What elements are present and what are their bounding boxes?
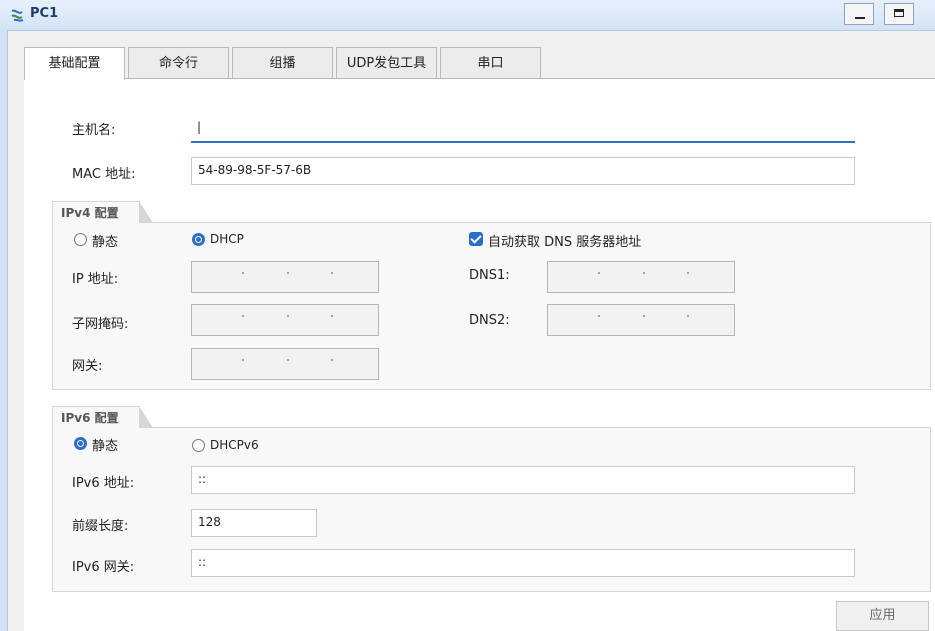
ipv6-static-radio[interactable] <box>74 437 87 450</box>
ipv6-dhcp-radio[interactable] <box>192 439 205 452</box>
auto-dns-checkbox[interactable] <box>469 232 483 246</box>
prefix-length-input[interactable]: 128 <box>191 509 317 537</box>
tab-command-line[interactable]: 命令行 <box>128 47 229 79</box>
maximize-button[interactable] <box>884 3 914 25</box>
window-border <box>0 30 8 631</box>
tab-serial[interactable]: 串口 <box>440 47 541 79</box>
hostname-input[interactable]: | <box>191 115 855 143</box>
gateway-label: 网关: <box>72 359 103 374</box>
mac-label: MAC 地址: <box>72 167 136 182</box>
gateway-input[interactable] <box>191 348 379 380</box>
apply-button[interactable]: 应用 <box>836 601 929 631</box>
ipv6-gateway-input[interactable]: :: <box>191 549 855 577</box>
dns1-label: DNS1: <box>469 268 510 283</box>
ipv6-static-label: 静态 <box>92 439 119 454</box>
ip-address-label: IP 地址: <box>72 272 119 287</box>
tab-basic-config[interactable]: 基础配置 <box>24 47 125 80</box>
ipv6-address-input[interactable]: :: <box>191 466 855 494</box>
ipv4-section-title: IPv4 配置 <box>52 201 153 223</box>
prefix-length-label: 前缀长度: <box>72 519 129 534</box>
auto-dns-label: 自动获取 DNS 服务器地址 <box>488 235 642 250</box>
tab-udp-tool[interactable]: UDP发包工具 <box>336 47 437 79</box>
subnet-mask-input[interactable] <box>191 304 379 336</box>
network-pc-icon <box>11 9 24 22</box>
ipv6-dhcp-label: DHCPv6 <box>210 438 259 452</box>
ipv6-section-title: IPv6 配置 <box>52 406 153 428</box>
minimize-button[interactable] <box>844 3 874 25</box>
ipv4-static-label: 静态 <box>92 235 119 250</box>
subnet-mask-label: 子网掩码: <box>72 317 129 332</box>
dns1-input[interactable] <box>547 261 735 293</box>
ipv4-dhcp-radio[interactable] <box>192 233 205 246</box>
title-bar: PC1 <box>0 0 935 31</box>
dns2-label: DNS2: <box>469 313 510 328</box>
ipv4-static-radio[interactable] <box>74 233 87 246</box>
mac-address-field[interactable]: 54-89-98-5F-57-6B <box>191 157 855 185</box>
window-title: PC1 <box>30 6 59 21</box>
tab-multicast[interactable]: 组播 <box>232 47 333 79</box>
ipv6-gateway-label: IPv6 网关: <box>72 560 135 575</box>
ip-address-input[interactable] <box>191 261 379 293</box>
dns2-input[interactable] <box>547 304 735 336</box>
ipv6-address-label: IPv6 地址: <box>72 476 135 491</box>
ipv4-dhcp-label: DHCP <box>210 232 244 246</box>
hostname-label: 主机名: <box>72 123 116 138</box>
